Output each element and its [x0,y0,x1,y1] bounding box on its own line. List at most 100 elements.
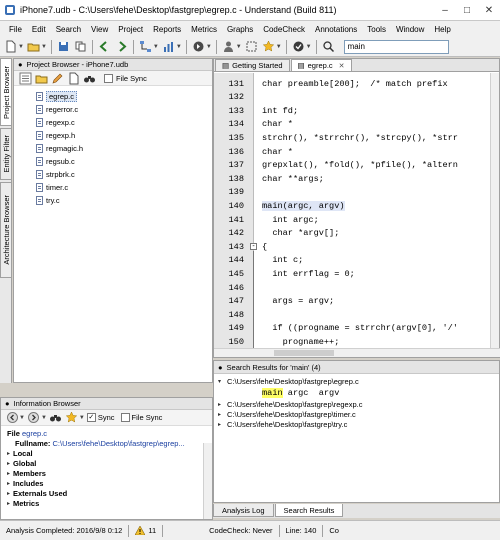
tab-analysis-log[interactable]: Analysis Log [213,504,274,517]
code-line[interactable]: 141 int argc; [214,213,500,226]
expand-icon[interactable]: ▸ [218,421,224,428]
pin-icon[interactable]: ● [18,60,23,69]
forward-icon[interactable] [114,39,129,54]
code-line[interactable]: 137 grepxlat(), *fold(), *pfile(), *alter… [214,159,500,172]
tab-project-browser[interactable]: Project Browser [0,58,12,126]
list-item[interactable]: regexp.h [36,129,212,142]
vertical-scrollbar[interactable] [203,443,212,519]
edit-icon[interactable] [50,71,64,85]
close-icon[interactable]: ✕ [339,62,345,70]
binoculars-icon[interactable] [82,71,96,85]
list-item[interactable]: egrep.c [36,90,212,103]
list-item[interactable]: strpbrk.c [36,168,212,181]
user-tools-icon[interactable] [221,39,236,54]
code-line[interactable]: 139 [214,186,500,199]
warning-indicator[interactable]: 11 [129,526,162,535]
chevron-down-icon[interactable]: ▼ [19,415,25,421]
menu-file[interactable]: File [4,25,27,34]
result-match-line[interactable]: main argc argv [218,386,499,399]
code-line[interactable]: 136 char * [214,145,500,158]
star-icon[interactable] [65,411,79,425]
list-item[interactable]: regsub.c [36,155,212,168]
menu-tools[interactable]: Tools [362,25,391,34]
navigate-icon[interactable] [191,39,206,54]
info-file-name[interactable]: egrep.c [22,429,47,438]
result-file-row[interactable]: ▸ C:\Users\fehe\Desktop\fastgrep\try.c [218,419,499,429]
chevron-down-icon[interactable]: ▼ [41,44,47,50]
chevron-down-icon[interactable]: ▼ [79,415,85,421]
sync-checkbox[interactable]: ✓ [86,413,96,422]
pin-icon[interactable]: ● [5,399,10,408]
menu-codecheck[interactable]: CodeCheck [258,25,310,34]
code-line[interactable]: 135 strchr(), *strrchr(), *strcpy(), *str… [214,131,500,144]
maximize-button[interactable]: □ [456,0,478,20]
code-line[interactable]: 150 progname++; [214,335,500,348]
chevron-down-icon[interactable]: ▼ [176,44,182,50]
code-line[interactable]: 148 [214,308,500,321]
code-line[interactable]: 142 char *argv[]; [214,227,500,240]
back-icon[interactable] [97,39,112,54]
code-area[interactable]: 131 char preamble[200]; /* match prefix 13… [214,73,500,349]
result-file-row[interactable]: ▸ C:\Users\fehe\Desktop\fastgrep\timer.c [218,409,499,419]
info-section[interactable]: ▸ Metrics [7,498,212,508]
binoculars-icon[interactable] [49,411,63,425]
save-icon[interactable] [56,39,71,54]
folder-icon[interactable] [34,71,48,85]
code-line[interactable]: 140 main(argc, argv) [214,199,500,212]
menu-view[interactable]: View [86,25,113,34]
list-item[interactable]: regmagic.h [36,142,212,155]
scrollbar-thumb[interactable] [274,350,334,356]
info-section[interactable]: ▸ Local [7,448,212,458]
code-line[interactable]: 134 char * [214,118,500,131]
code-line[interactable]: 144 int c; [214,254,500,267]
menu-help[interactable]: Help [429,25,455,34]
tree-view-icon[interactable] [18,71,32,85]
menu-graphs[interactable]: Graphs [222,25,258,34]
code-line[interactable]: 138 char **args; [214,172,500,185]
forward-icon[interactable] [27,411,41,425]
search-input[interactable] [343,39,449,54]
menu-reports[interactable]: Reports [148,25,186,34]
result-file-row[interactable]: ▸ C:\Users\fehe\Desktop\fastgrep\regexp.c [218,399,499,409]
tab-entity-filter[interactable]: Entity Filter [0,128,12,180]
code-line[interactable]: 133 int fd; [214,104,500,117]
code-line[interactable]: 131 char preamble[200]; /* match prefix [214,77,500,90]
file-sync-checkbox[interactable] [120,413,130,422]
new-file-icon[interactable] [66,71,80,85]
vertical-scrollbar[interactable] [490,73,499,349]
code-line[interactable]: 145 int errflag = 0; [214,267,500,280]
tab-architecture-browser[interactable]: Architecture Browser [0,182,12,278]
list-item[interactable]: regerror.c [36,103,212,116]
menu-search[interactable]: Search [51,25,86,34]
graph-icon[interactable] [138,39,153,54]
tab-egrep-c[interactable]: ▤ egrep.c ✕ [290,59,352,71]
star-icon[interactable] [261,39,276,54]
chevron-down-icon[interactable]: ▼ [306,44,312,50]
horizontal-scrollbar[interactable] [214,348,500,357]
back-icon[interactable] [5,411,19,425]
code-line[interactable]: 132 [214,91,500,104]
new-file-icon[interactable] [3,39,18,54]
info-section[interactable]: ▸ Includes [7,478,212,488]
file-sync-toggle[interactable]: File Sync [104,73,147,83]
code-line[interactable]: 149 if ((progname = strrchr(argv[0], '/' [214,322,500,335]
code-line[interactable]: 146 [214,281,500,294]
pin-icon[interactable]: ● [218,363,223,372]
list-item[interactable]: try.c [36,194,212,207]
menu-project[interactable]: Project [113,25,148,34]
menu-edit[interactable]: Edit [27,25,51,34]
chevron-down-icon[interactable]: ▼ [41,415,47,421]
chevron-down-icon[interactable]: ▼ [276,44,282,50]
collapse-icon[interactable]: ▾ [218,378,224,385]
chevron-down-icon[interactable]: ▼ [206,44,212,50]
list-item[interactable]: timer.c [36,181,212,194]
minimize-button[interactable]: – [434,0,456,20]
select-icon[interactable] [244,39,259,54]
codecheck-icon[interactable] [291,39,306,54]
chevron-down-icon[interactable]: ▼ [18,44,24,50]
expand-icon[interactable]: ▸ [218,401,224,408]
open-folder-icon[interactable] [26,39,41,54]
tab-getting-started[interactable]: ▤ Getting Started [215,59,290,71]
menu-metrics[interactable]: Metrics [186,25,222,34]
search-icon[interactable] [321,39,336,54]
